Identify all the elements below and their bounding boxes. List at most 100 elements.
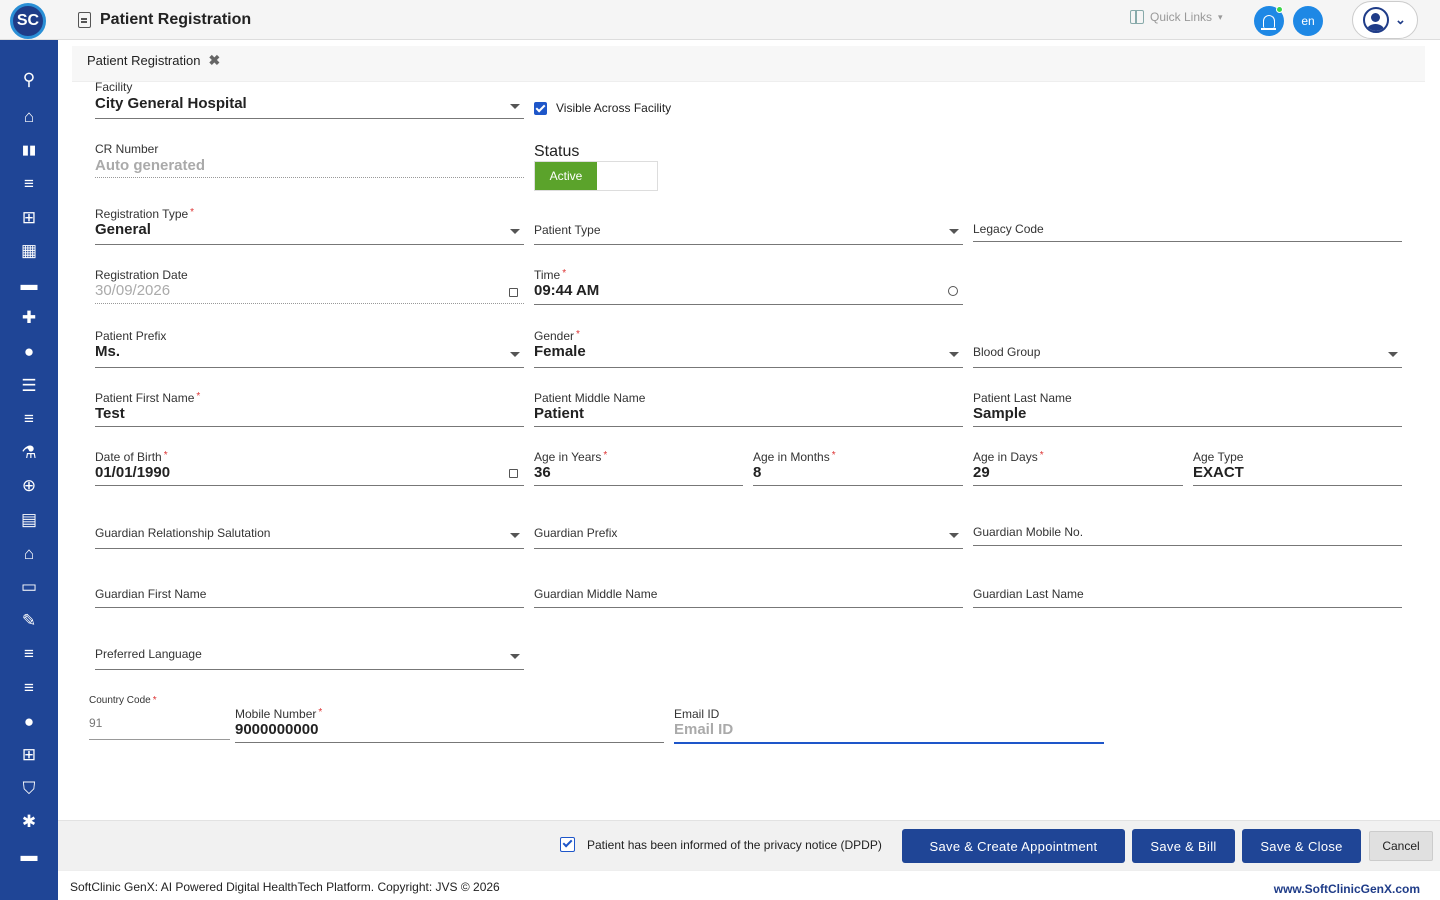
sidebar-item-add[interactable]: ⊞ bbox=[0, 740, 58, 770]
guardian-salutation-select[interactable]: Guardian Relationship Salutation bbox=[95, 510, 524, 549]
sidebar-item-tools[interactable]: ✎ bbox=[0, 606, 58, 636]
sidebar-item-pharmacy[interactable]: ⊕ bbox=[0, 471, 58, 501]
underline bbox=[95, 244, 524, 245]
calendar-icon[interactable] bbox=[509, 469, 518, 478]
sidebar-item-folder[interactable]: ▬ bbox=[0, 841, 58, 871]
sidebar-item-menu-3[interactable]: ≡ bbox=[0, 639, 58, 669]
legacy-code-input[interactable]: Legacy Code bbox=[973, 207, 1402, 242]
sidebar-item-bed[interactable]: ▬ bbox=[0, 270, 58, 300]
sidebar-item-blood[interactable]: ● bbox=[0, 707, 58, 737]
visible-across-label: Visible Across Facility bbox=[556, 101, 672, 115]
guardian-middle-name-input[interactable]: Guardian Middle Name bbox=[534, 572, 963, 608]
age-days-value: 29 bbox=[973, 464, 990, 481]
language-button[interactable]: en bbox=[1293, 6, 1323, 36]
underline bbox=[95, 426, 524, 427]
website-link[interactable]: www.SoftClinicGenX.com bbox=[1274, 882, 1420, 896]
sidebar-item-calendar[interactable]: ▦ bbox=[0, 236, 58, 266]
underline bbox=[95, 303, 524, 304]
sidebar-item-patient[interactable]: ● bbox=[0, 337, 58, 367]
gender-select[interactable]: Gender * Female bbox=[534, 329, 963, 368]
sidebar-item-devices[interactable]: ▭ bbox=[0, 572, 58, 602]
age-months-label: Age in Months bbox=[753, 450, 830, 464]
guardian-first-name-label: Guardian First Name bbox=[95, 587, 207, 601]
age-years-input[interactable]: Age in Years * 36 bbox=[534, 450, 743, 487]
save-close-button[interactable]: Save & Close bbox=[1242, 829, 1361, 863]
sidebar-item-security[interactable]: ⛉ bbox=[0, 774, 58, 804]
time-input[interactable]: Time * 09:44 AM bbox=[534, 268, 963, 306]
quick-links-menu[interactable]: Quick Links ▾ bbox=[1130, 10, 1223, 24]
email-input[interactable]: Email ID Email ID bbox=[674, 707, 1104, 745]
copyright-text: SoftClinic GenX: AI Powered Digital Heal… bbox=[70, 880, 500, 894]
underline bbox=[753, 485, 963, 486]
blood-group-select[interactable]: Blood Group bbox=[973, 329, 1402, 368]
app-logo[interactable]: SC bbox=[10, 3, 46, 39]
sidebar-item-store[interactable]: ⌂ bbox=[0, 539, 58, 569]
close-icon[interactable]: ✖ bbox=[208, 52, 220, 69]
patient-type-select[interactable]: Patient Type bbox=[534, 207, 963, 245]
guardian-prefix-select[interactable]: Guardian Prefix bbox=[534, 510, 963, 549]
action-bar: Patient has been informed of the privacy… bbox=[58, 820, 1440, 870]
visible-across-facility-checkbox[interactable]: Visible Across Facility bbox=[534, 101, 671, 115]
sidebar-item-library[interactable]: ▤ bbox=[0, 505, 58, 535]
sidebar-item-menu-2[interactable]: ≡ bbox=[0, 404, 58, 434]
status-active: Active bbox=[535, 162, 597, 190]
sidebar-item-search[interactable]: ⚲ bbox=[0, 65, 58, 95]
status-toggle[interactable]: Active bbox=[534, 161, 658, 191]
sidebar-item-home[interactable]: ⌂ bbox=[0, 102, 58, 132]
clock-icon[interactable] bbox=[948, 286, 958, 296]
sidebar-item-hospital[interactable]: ✚ bbox=[0, 303, 58, 333]
drop-icon: ● bbox=[23, 712, 35, 731]
bed-icon: ▬ bbox=[20, 275, 38, 294]
top-bar: SC Patient Registration Quick Links ▾ en… bbox=[0, 0, 1440, 40]
underline bbox=[534, 244, 963, 245]
underline bbox=[534, 426, 963, 427]
sidebar-item-menu-4[interactable]: ≡ bbox=[0, 673, 58, 703]
caret-down-icon bbox=[949, 352, 959, 357]
cancel-button[interactable]: Cancel bbox=[1369, 831, 1433, 861]
save-bill-button[interactable]: Save & Bill bbox=[1132, 829, 1235, 863]
gift-icon bbox=[1130, 10, 1144, 24]
age-years-value: 36 bbox=[534, 464, 551, 481]
country-code-label: Country Code bbox=[89, 695, 151, 706]
middle-name-value: Patient bbox=[534, 405, 585, 422]
sidebar-item-hub[interactable]: ✱ bbox=[0, 807, 58, 837]
guardian-mobile-input[interactable]: Guardian Mobile No. bbox=[973, 510, 1402, 546]
avatar-icon bbox=[1363, 7, 1389, 33]
middle-name-input[interactable]: Patient Middle Name Patient bbox=[534, 391, 963, 428]
facility-value-wrap[interactable]: City General Hospital bbox=[95, 95, 524, 120]
shield-icon: ⛉ bbox=[22, 779, 36, 798]
age-months-input[interactable]: Age in Months * 8 bbox=[753, 450, 963, 487]
menu-icon: ≡ bbox=[24, 174, 34, 193]
middle-name-label: Patient Middle Name bbox=[534, 391, 646, 405]
age-days-input[interactable]: Age in Days * 29 bbox=[973, 450, 1183, 487]
underline bbox=[95, 669, 524, 670]
sidebar-item-menu[interactable]: ≡ bbox=[0, 169, 58, 199]
underline bbox=[95, 607, 524, 608]
first-name-input[interactable]: Patient First Name * Test bbox=[95, 391, 524, 428]
profile-menu-button[interactable]: ⌄ bbox=[1352, 1, 1418, 39]
dob-input[interactable]: Date of Birth * 01/01/1990 bbox=[95, 450, 524, 487]
email-placeholder: Email ID bbox=[674, 721, 734, 738]
notifications-button[interactable] bbox=[1254, 6, 1284, 36]
sidebar-item-list[interactable]: ☰ bbox=[0, 371, 58, 401]
privacy-notice-checkbox[interactable]: Patient has been informed of the privacy… bbox=[560, 837, 882, 852]
registration-type-select[interactable]: Registration Type * General bbox=[95, 207, 524, 245]
last-name-input[interactable]: Patient Last Name Sample bbox=[973, 391, 1402, 428]
guardian-last-name-input[interactable]: Guardian Last Name bbox=[973, 572, 1402, 608]
mobile-number-value: 9000000000 bbox=[235, 721, 319, 738]
guardian-first-name-input[interactable]: Guardian First Name bbox=[95, 572, 524, 608]
age-type-input[interactable]: Age Type EXACT bbox=[1193, 450, 1402, 487]
tab-patient-registration[interactable]: Patient Registration ✖ bbox=[87, 52, 220, 69]
save-create-appointment-button[interactable]: Save & Create Appointment bbox=[902, 829, 1125, 863]
preferred-language-select[interactable]: Preferred Language bbox=[95, 631, 524, 671]
sidebar-item-medical[interactable]: ⊞ bbox=[0, 203, 58, 233]
first-name-label: Patient First Name bbox=[95, 391, 195, 405]
country-code-input[interactable]: Country Code * 91 bbox=[89, 695, 230, 741]
underline bbox=[95, 177, 524, 178]
sidebar-item-dashboard[interactable]: ▮▮ bbox=[0, 135, 58, 165]
patient-prefix-select[interactable]: Patient Prefix Ms. bbox=[95, 329, 524, 368]
mobile-number-input[interactable]: Mobile Number * 9000000000 bbox=[235, 707, 664, 744]
age-type-label: Age Type bbox=[1193, 450, 1244, 464]
sidebar-item-lab[interactable]: ⚗ bbox=[0, 438, 58, 468]
tab-label: Patient Registration bbox=[87, 53, 201, 68]
